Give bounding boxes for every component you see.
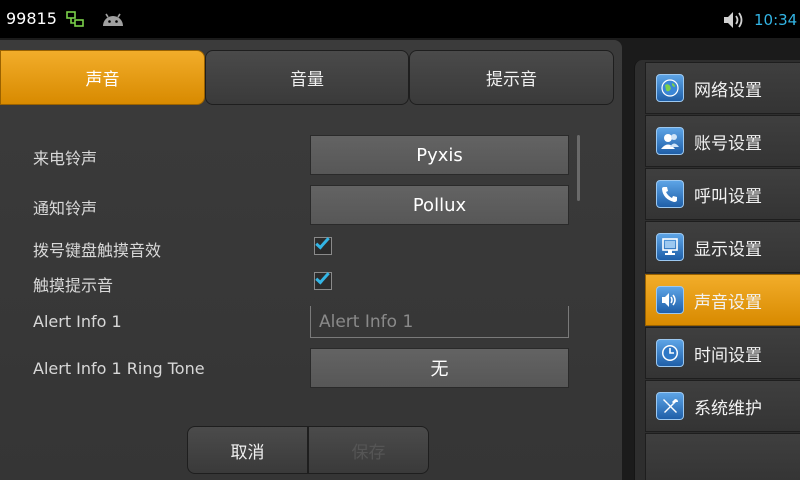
sound-settings-panel: 声音 音量 提示音 来电铃声 Pyxis 通知铃声 Pollux 拨号键盘触摸音… <box>0 40 622 480</box>
side-item-call[interactable]: 呼叫设置 <box>645 168 800 220</box>
clock-time: 10:34 <box>754 11 798 29</box>
alert-info-input[interactable] <box>310 306 569 338</box>
side-item-time[interactable]: 时间设置 <box>645 327 800 379</box>
side-item-label: 系统维护 <box>694 398 762 419</box>
checkmark-icon <box>315 234 330 250</box>
scrollbar-thumb[interactable] <box>577 135 580 201</box>
volume-icon <box>722 9 746 35</box>
android-icon <box>101 10 125 32</box>
side-item-label: 呼叫设置 <box>694 186 762 207</box>
user-icon <box>656 127 684 155</box>
status-id-text: 99815 <box>6 9 57 28</box>
dialpad-touch-sound-checkbox[interactable] <box>314 234 332 255</box>
side-item-display[interactable]: 显示设置 <box>645 221 800 273</box>
checkmark-icon <box>315 269 330 285</box>
clock-icon <box>656 339 684 367</box>
side-item-account[interactable]: 账号设置 <box>645 115 800 167</box>
notification-ringtone-label: 通知铃声 <box>33 199 98 218</box>
settings-category-menu: 网络设置 账号设置 呼叫设置 显示设置 声音设置 时间设置 系统维护 <box>634 60 800 480</box>
alert-info-ringtone-label: Alert Info 1 Ring Tone <box>33 359 205 378</box>
side-item-label: 声音设置 <box>694 292 762 313</box>
network-icon <box>66 10 84 32</box>
side-item-label: 时间设置 <box>694 345 762 366</box>
alert-info-label: Alert Info 1 <box>33 312 122 331</box>
notification-ringtone-select[interactable]: Pollux <box>310 185 569 225</box>
tab-sound[interactable]: 声音 <box>0 50 205 105</box>
phone-icon <box>656 180 684 208</box>
side-item-label: 显示设置 <box>694 239 762 260</box>
touch-sound-label: 触摸提示音 <box>33 276 114 295</box>
side-item-label: 账号设置 <box>694 133 762 154</box>
alert-info-ringtone-select[interactable]: 无 <box>310 348 569 388</box>
dialpad-touch-sound-label: 拨号键盘触摸音效 <box>33 241 162 260</box>
tools-icon <box>656 392 684 420</box>
tab-volume[interactable]: 音量 <box>205 50 409 105</box>
side-item-maintenance[interactable]: 系统维护 <box>645 380 800 432</box>
tab-bar: 声音 音量 提示音 <box>0 50 615 106</box>
touch-sound-checkbox[interactable] <box>314 269 332 290</box>
side-item-network[interactable]: 网络设置 <box>645 62 800 114</box>
incoming-ringtone-select[interactable]: Pyxis <box>310 135 569 175</box>
cancel-button[interactable]: 取消 <box>187 426 308 474</box>
incoming-ringtone-label: 来电铃声 <box>33 149 98 168</box>
side-item-label: 网络设置 <box>694 80 762 101</box>
status-bar: 99815 10:34 <box>0 0 800 38</box>
save-button[interactable]: 保存 <box>308 426 429 474</box>
speaker-icon <box>656 286 684 314</box>
tab-notification-tone[interactable]: 提示音 <box>409 50 614 105</box>
side-item-partial[interactable] <box>645 433 800 480</box>
monitor-icon <box>656 233 684 261</box>
side-item-sound[interactable]: 声音设置 <box>645 274 800 326</box>
globe-icon <box>656 74 684 102</box>
